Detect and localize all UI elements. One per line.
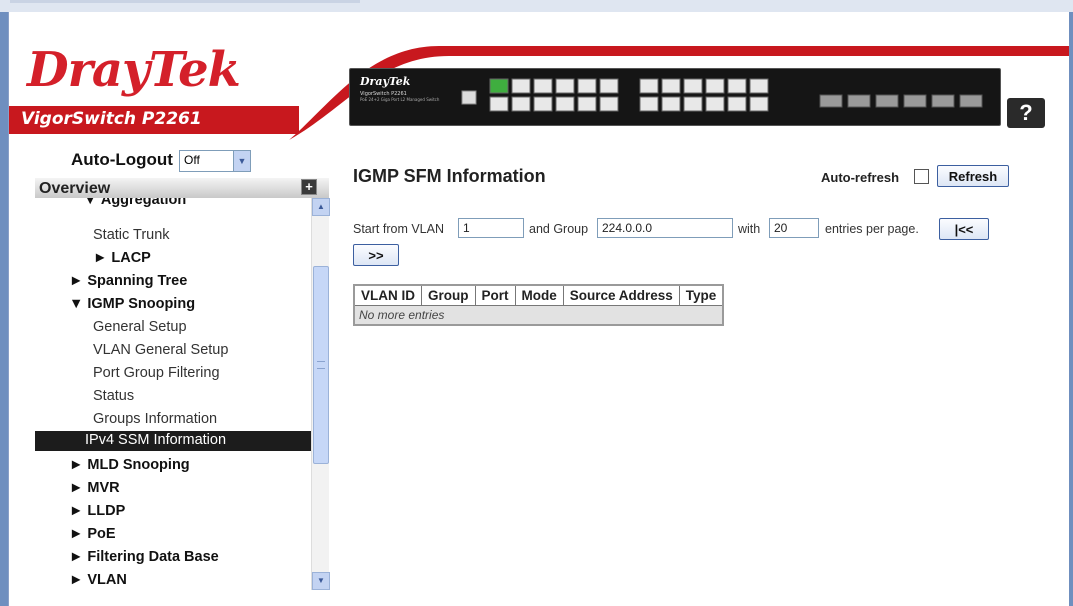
sidebar-item-lldp[interactable]: ► LLDP [69,503,125,519]
page-title: IGMP SFM Information [353,166,546,186]
chevron-down-icon[interactable]: ▼ [233,151,250,171]
sidebar-item-spanning-tree[interactable]: ► Spanning Tree [69,273,187,289]
col-source-address: Source Address [562,285,680,306]
auto-logout-label: Auto-Logout [71,150,173,169]
sidebar-item-port-group-filtering[interactable]: Port Group Filtering [93,365,220,381]
sidebar-item-aggregation[interactable]: ▼ Aggregation [83,198,186,208]
next-page-button[interactable]: >> [353,244,399,266]
help-button[interactable]: ? [1007,98,1045,128]
sidebar-scrollbar[interactable]: ▲ ▼ [311,198,330,590]
main-content: IGMP SFM Information Auto-refresh Refres… [339,152,1059,592]
thumb-grip [317,361,325,369]
browser-top-strip [0,0,1073,12]
model-name: VigorSwitch P2261 [21,109,202,129]
col-mode: Mode [514,285,564,306]
col-port: Port [474,285,515,306]
sidebar-item-mld-snooping[interactable]: ► MLD Snooping [69,457,190,473]
model-bar: VigorSwitch P2261 [9,106,299,134]
device-ports-graphic [461,78,983,112]
auto-refresh-label: Auto-refresh [821,170,900,185]
sidebar-item-igmp-snooping[interactable]: ▼ IGMP Snooping [69,296,195,312]
table-row: No more entries [354,305,724,325]
sidebar-item-selected-label: IPv4 SSM Information [85,432,227,448]
switch-device-image: DrayTek VigorSwitch P2261 PoE 24+2 Giga … [349,68,1001,126]
start-vlan-input[interactable]: 1 [458,218,524,238]
group-input[interactable]: 224.0.0.0 [597,218,733,238]
empty-message: No more entries [354,305,724,325]
draytek-logo: DrayTek [27,42,241,98]
sidebar-item-lacp[interactable]: ► LACP [93,250,151,266]
overview-header[interactable]: Overview + [35,178,329,198]
app-frame: DrayTek VigorSwitch P2261 DrayTek VigorS… [8,12,1069,606]
sidebar-item-poe[interactable]: ► PoE [69,526,116,542]
with-label: with [738,222,761,236]
expand-plus-icon[interactable]: + [301,179,317,195]
overview-label: Overview [39,180,111,197]
col-vlan-id: VLAN ID [354,285,422,306]
sidebar-item-mvr[interactable]: ► MVR [69,480,120,496]
sidebar-item-filtering-data-base[interactable]: ► Filtering Data Base [69,549,219,565]
igmp-sfm-table: VLAN ID Group Port Mode Source Address T… [353,284,725,326]
entries-per-page-label: entries per page. [825,222,919,236]
group-label: and Group [529,222,589,236]
entries-input[interactable]: 20 [769,218,819,238]
sidebar-item-groups-information[interactable]: Groups Information [93,411,217,427]
sidebar-item-vlan-general-setup[interactable]: VLAN General Setup [93,342,228,358]
refresh-button[interactable]: Refresh [937,165,1009,187]
sidebar-tree: ▼ Aggregation Static Trunk ► LACP ► Span… [35,198,311,590]
scrollbar-thumb[interactable] [313,266,329,464]
first-page-button[interactable]: |<< [939,218,989,240]
sidebar-item-vlan[interactable]: ► VLAN [69,572,127,588]
auto-refresh-checkbox[interactable] [914,169,929,184]
tab-indicator [10,0,360,3]
start-vlan-label: Start from VLAN [353,222,444,236]
scroll-down-icon[interactable]: ▼ [312,572,330,590]
col-group: Group [421,285,475,306]
scroll-up-icon[interactable]: ▲ [312,198,330,216]
sidebar-item-static-trunk[interactable]: Static Trunk [93,227,170,243]
sidebar-item-status[interactable]: Status [93,388,134,404]
sidebar-item-general-setup[interactable]: General Setup [93,319,187,335]
table-header-row: VLAN ID Group Port Mode Source Address T… [354,285,724,306]
sidebar-item-ipv4-ssm-information[interactable]: IPv4 SSM Information [35,431,311,451]
auto-logout-select[interactable]: Off ▼ [179,150,251,172]
col-type: Type [678,285,724,306]
auto-logout-value: Off [184,153,200,167]
